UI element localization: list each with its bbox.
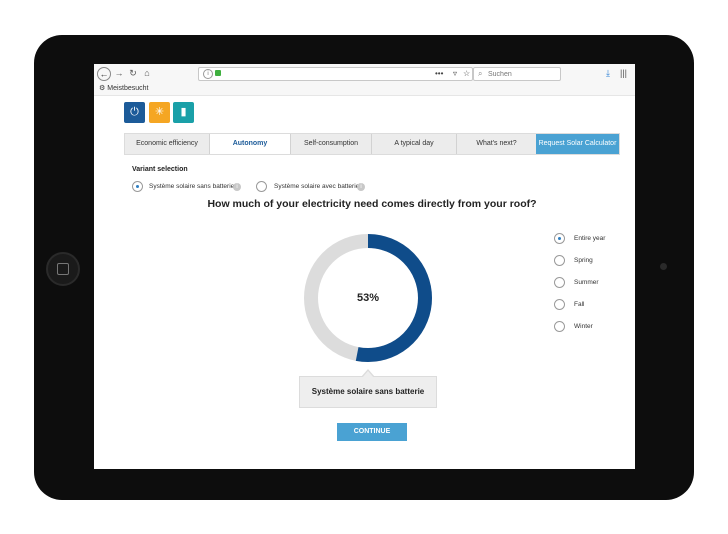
- page-actions-icon[interactable]: •••: [435, 68, 443, 80]
- bookmarks-bar: ⚙ Meistbesucht: [94, 83, 635, 96]
- info-icon[interactable]: i: [233, 183, 241, 191]
- gear-icon: ⚙: [99, 85, 106, 92]
- radio-season-fall[interactable]: [554, 299, 565, 310]
- star-icon[interactable]: ☆: [463, 68, 470, 80]
- browser-toolbar: ← → ↻ ⌂ i ••• ▿ ☆ ⌕ ⤓ |||: [94, 64, 635, 84]
- variant-title: Variant selection: [132, 166, 188, 173]
- bookmark-most-visited[interactable]: ⚙ Meistbesucht: [99, 83, 148, 95]
- step-whats-next[interactable]: What's next?: [457, 134, 536, 154]
- lock-icon: [215, 70, 221, 76]
- variant-tooltip: Système solaire sans batterie: [299, 376, 437, 408]
- home-button: [46, 252, 80, 286]
- step-autonomy[interactable]: Autonomy: [210, 134, 290, 154]
- season-label: Fall: [574, 301, 585, 308]
- forward-arrow-icon[interactable]: →: [114, 67, 124, 79]
- step-self-consumption[interactable]: Self-consumption: [291, 134, 371, 154]
- back-arrow-icon[interactable]: ←: [97, 67, 111, 81]
- battery-icon[interactable]: ▮: [173, 102, 194, 123]
- season-label: Winter: [574, 323, 593, 330]
- season-label: Spring: [574, 257, 593, 264]
- plug-icon[interactable]: ⏻: [124, 102, 145, 123]
- home-square-icon: [57, 263, 69, 275]
- season-label: Entire year: [574, 235, 606, 242]
- info-icon[interactable]: i: [357, 183, 365, 191]
- camera-icon: [660, 263, 667, 270]
- reload-icon[interactable]: ↻: [128, 67, 138, 79]
- library-icon[interactable]: |||: [620, 67, 627, 79]
- variant-label: Système solaire sans batterie: [149, 183, 235, 190]
- tooltip-arrow-fill: [362, 371, 374, 378]
- radio-season-spring[interactable]: [554, 255, 565, 266]
- url-bar[interactable]: i ••• ▿ ☆: [198, 67, 473, 81]
- question-heading: How much of your electricity need comes …: [207, 198, 537, 210]
- percent-label: 53%: [356, 292, 380, 304]
- pocket-icon[interactable]: ▿: [453, 68, 457, 80]
- browser-screen: ← → ↻ ⌂ i ••• ▿ ☆ ⌕ ⤓ ||| ⚙ Meistbesucht…: [94, 64, 635, 469]
- step-request-solar-calculator[interactable]: Request Solar Calculator: [536, 134, 619, 154]
- search-input[interactable]: [488, 68, 556, 80]
- radio-season-winter[interactable]: [554, 321, 565, 332]
- download-icon[interactable]: ⤓: [606, 67, 610, 79]
- info-icon[interactable]: i: [203, 69, 213, 79]
- step-typical-day[interactable]: A typical day: [372, 134, 456, 154]
- bookmark-label: Meistbesucht: [107, 85, 149, 92]
- radio-season-entire-year[interactable]: [554, 233, 565, 244]
- radio-variant-avec-batterie[interactable]: [256, 181, 267, 192]
- sun-icon[interactable]: ✳: [149, 102, 170, 123]
- search-icon: ⌕: [478, 69, 483, 78]
- radio-season-summer[interactable]: [554, 277, 565, 288]
- search-box[interactable]: ⌕: [473, 67, 561, 81]
- variant-label: Système solaire avec batterie: [274, 183, 360, 190]
- season-label: Summer: [574, 279, 599, 286]
- continue-button[interactable]: CONTINUE: [337, 423, 407, 441]
- step-economic-efficiency[interactable]: Economic efficiency: [125, 134, 209, 154]
- radio-variant-sans-batterie[interactable]: [132, 181, 143, 192]
- home-icon[interactable]: ⌂: [142, 67, 152, 79]
- step-navigation: Economic efficiency Autonomy Self-consum…: [124, 133, 620, 155]
